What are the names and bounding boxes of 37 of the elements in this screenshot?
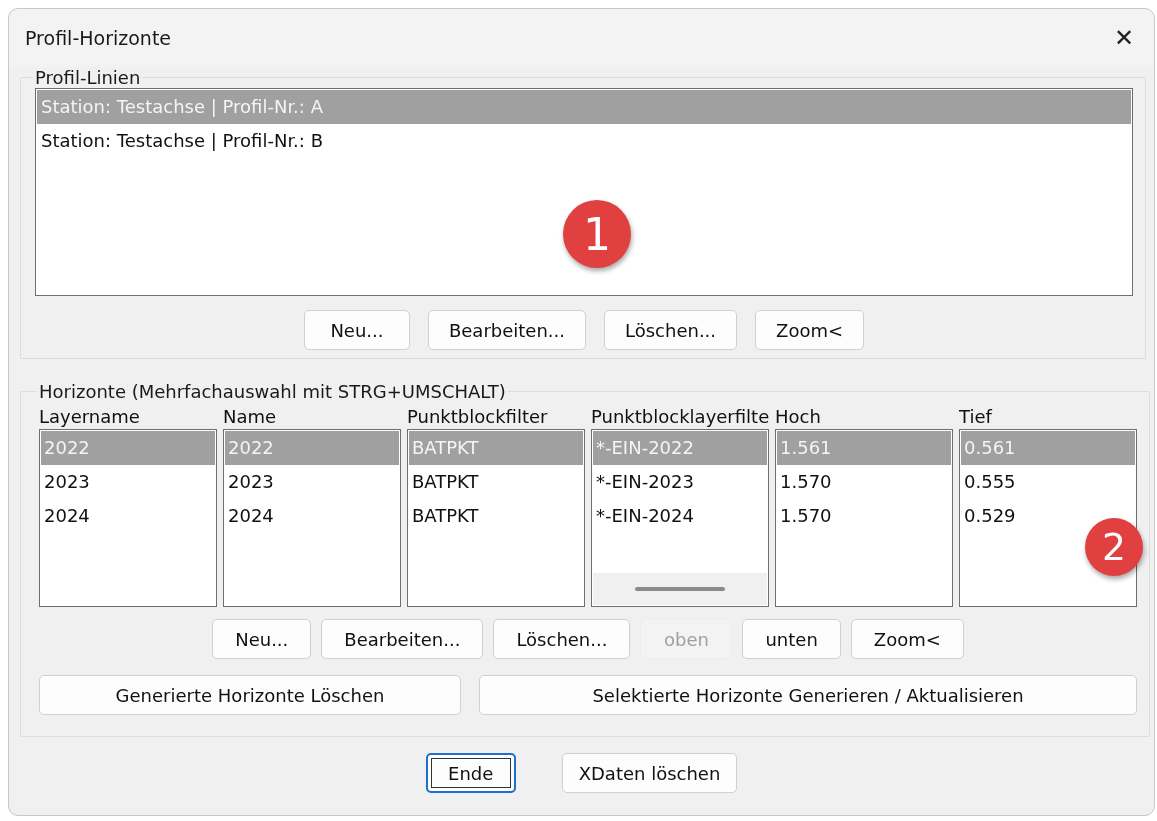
dialog-button[interactable]: unten xyxy=(742,619,841,659)
close-button[interactable]: ✕ xyxy=(1104,18,1144,58)
dialog-button[interactable]: Bearbeiten... xyxy=(321,619,484,659)
list-item[interactable]: 0.555 xyxy=(961,465,1135,499)
column-header: Tief xyxy=(959,405,994,429)
column-header: Name xyxy=(223,405,278,429)
dialog-button[interactable]: Neu... xyxy=(212,619,312,659)
dialog-button[interactable]: Zoom< xyxy=(850,619,964,659)
dialog-button[interactable]: Bearbeiten... xyxy=(427,310,586,350)
dialog-button[interactable]: Löschen... xyxy=(493,619,631,659)
group-label: Profil-Linien xyxy=(34,67,142,88)
list-item[interactable]: 1.570 xyxy=(777,499,951,533)
dialog-button[interactable]: Ende xyxy=(425,753,516,793)
horizontal-scrollbar[interactable] xyxy=(593,573,767,605)
scrollbar-thumb[interactable] xyxy=(635,587,725,591)
group-label: Horizonte (Mehrfachauswahl mit STRG+UMSCHALT) xyxy=(38,381,507,402)
list-item[interactable]: *-EIN-2023 xyxy=(593,465,767,499)
dialog-button[interactable]: Zoom< xyxy=(755,310,865,350)
list-item[interactable]: BATPKT xyxy=(409,465,583,499)
dialog-button[interactable]: Selektierte Horizonte Generieren / Aktualisieren xyxy=(479,675,1137,715)
dialog-button[interactable]: Generierte Horizonte Löschen xyxy=(39,675,461,715)
column-header: Layername xyxy=(39,405,141,429)
list-item[interactable]: BATPKT xyxy=(409,499,583,533)
list-item[interactable]: Station: Testachse | Profil-Nr.: B xyxy=(37,124,1131,158)
list-item[interactable]: *-EIN-2024 xyxy=(593,499,767,533)
column-header: Hoch xyxy=(775,405,822,429)
list-item[interactable]: 2023 xyxy=(41,465,215,499)
list-item[interactable]: 2023 xyxy=(225,465,399,499)
list-item[interactable]: 2024 xyxy=(41,499,215,533)
window-title: Profil-Horizonte xyxy=(25,27,172,49)
column-header: Punktblockfilter xyxy=(407,405,549,429)
column-header: Punktblocklayerfilte xyxy=(591,405,769,429)
dialog-button[interactable]: Löschen... xyxy=(604,310,738,350)
dialog-button[interactable]: XDaten löschen xyxy=(561,753,738,793)
dialog-button[interactable]: Neu... xyxy=(303,310,410,350)
list-item[interactable]: 2024 xyxy=(225,499,399,533)
list-item[interactable]: 1.570 xyxy=(777,465,951,499)
